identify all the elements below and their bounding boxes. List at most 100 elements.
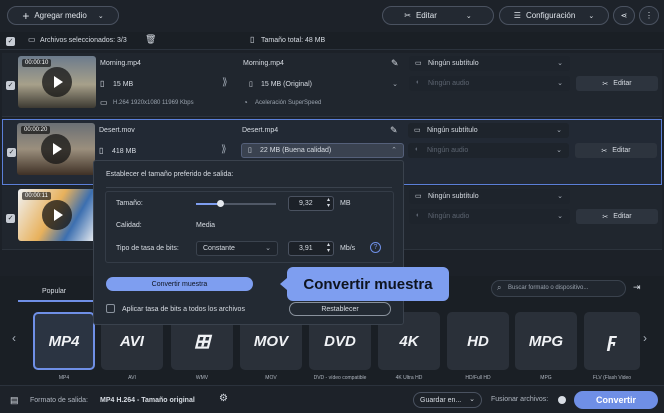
menu-button[interactable]: ⋮ [639, 6, 659, 25]
format-search-input[interactable]: ⌕ Buscar formato o dispositivo... [491, 280, 626, 297]
add-media-button[interactable]: + Agregar medio ⌄ [7, 6, 119, 25]
selected-files-label: Archivos seleccionados: 3/3 [40, 37, 127, 44]
format-label: DVD - vídeo compatible [313, 375, 367, 381]
chevron-down-icon: ⌄ [556, 127, 562, 134]
convert-arrows-icon: ⟫ [221, 144, 227, 155]
divider [106, 187, 392, 188]
bitrate-type-dropdown[interactable]: Constante ⌄ [196, 241, 278, 256]
play-icon[interactable] [41, 134, 71, 164]
flash-icon: ϝ [607, 329, 617, 352]
select-all-checkbox[interactable]: ✓ [6, 37, 15, 46]
format-label: MPG [540, 375, 552, 381]
help-icon[interactable]: ? [370, 242, 381, 253]
audio-icon: ◖ [415, 79, 420, 86]
pencil-icon[interactable]: ✎ [390, 125, 398, 136]
chevron-up-icon: ⌃ [391, 147, 397, 154]
format-label: WMV [195, 375, 209, 381]
edit-file-button[interactable]: ✂ Editar [576, 76, 658, 91]
size-slider[interactable] [196, 200, 276, 207]
output-size-dropdown[interactable]: ▯ 15 MB (Original) ⌄ [242, 77, 405, 92]
convert-button[interactable]: Convertir [574, 391, 658, 409]
apply-all-label: Aplicar tasa de bits a todos los archivo… [122, 306, 245, 313]
format-mp4-tile[interactable]: MP4 [33, 312, 95, 370]
stepper-icon[interactable]: ▴ ▾ [327, 197, 330, 209]
file-row[interactable]: ✓ 00:00:10 Morning.mp4 ▯ 15 MB ▭ H.264 1… [2, 53, 662, 117]
video-thumbnail[interactable]: 00:00:20 [17, 123, 95, 175]
source-file-name: Morning.mp4 [100, 60, 141, 67]
merge-toggle[interactable] [558, 396, 566, 404]
source-file-name: Desert.mov [99, 127, 135, 134]
export-icon[interactable]: ⇥ [633, 282, 641, 293]
share-button[interactable]: ⋖ [613, 6, 635, 25]
output-size-dropdown[interactable]: ▯ 22 MB (Buena calidad) ⌃ [241, 143, 404, 158]
chevron-down-icon: ⌄ [97, 12, 104, 20]
film-icon: ▤ [10, 395, 19, 405]
save-to-button[interactable]: Guardar en... ⌄ [413, 392, 482, 408]
size-slider-knob[interactable] [217, 200, 224, 207]
quality-value: Media [196, 222, 216, 229]
trash-icon[interactable]: 🗑 [145, 34, 156, 45]
subtitle-dropdown[interactable]: ▭ Ningún subtítulo ⌄ [409, 189, 570, 204]
file-checkbox[interactable]: ✓ [7, 148, 16, 157]
edit-file-button[interactable]: ✂ Editar [576, 209, 658, 224]
gear-icon[interactable]: ⚙ [219, 393, 228, 404]
subtitle-dropdown[interactable]: ▭ Ningún subtítulo ⌄ [408, 123, 569, 138]
chevron-left-icon[interactable]: ‹ [12, 331, 16, 345]
subtitle-icon: ▭ [415, 193, 422, 200]
tools-icon: ✂ [602, 213, 609, 221]
video-thumbnail[interactable]: 00:00:11 [18, 189, 96, 241]
chevron-right-icon[interactable]: › [643, 331, 647, 345]
file-checkbox[interactable]: ✓ [6, 81, 15, 90]
apply-all-checkbox[interactable] [106, 304, 115, 313]
reset-button[interactable]: Restablecer [289, 302, 391, 316]
file-icon: ▯ [100, 79, 105, 88]
play-icon[interactable] [42, 67, 72, 97]
hd-icon: HD [467, 332, 489, 350]
bitrate-unit: Mb/s [340, 245, 356, 252]
play-icon[interactable] [42, 200, 72, 230]
output-file-name: Desert.mp4 [242, 127, 279, 134]
file-checkbox[interactable]: ✓ [6, 214, 15, 223]
source-file-size: 15 MB [113, 81, 134, 88]
popup-heading: Establecer el tamaño preferido de salida… [106, 171, 234, 178]
chevron-down-icon: ⌄ [556, 147, 562, 154]
sliders-icon: ☰ [513, 11, 521, 20]
audio-icon: ◖ [414, 146, 419, 153]
size-input[interactable]: 9,32 ▴ ▾ [288, 196, 334, 211]
subtitle-icon: ▭ [415, 60, 422, 67]
chevron-down-icon: ⌄ [557, 60, 563, 67]
edit-button[interactable]: ✂ Editar ⌄ [382, 6, 494, 25]
format-hd-tile[interactable]: HD [447, 312, 509, 370]
more-icon: ⋮ [645, 11, 653, 20]
quality-label: Calidad: [116, 222, 142, 229]
file-icon: ▯ [249, 81, 253, 88]
size-label: Tamaño: [116, 200, 143, 207]
chevron-down-icon: ⌄ [557, 80, 563, 87]
selection-status-bar: ✓ ▭ Archivos seleccionados: 3/3 🗑 ▯ Tama… [0, 32, 664, 50]
stepper-icon[interactable]: ▴ ▾ [327, 242, 330, 254]
format-mpg-tile[interactable]: MPG [515, 312, 577, 370]
audio-dropdown[interactable]: ◖ Ningún audio ⌄ [408, 143, 569, 158]
video-thumbnail[interactable]: 00:00:10 [18, 56, 96, 108]
film-icon: ▭ [100, 98, 108, 107]
tools-icon: ✂ [602, 80, 609, 88]
tab-popular[interactable]: Popular [18, 280, 93, 302]
dvd-icon: DVD [324, 332, 356, 350]
edit-file-button[interactable]: ✂ Editar [575, 143, 657, 158]
mpg-icon: MPG [528, 332, 564, 350]
subtitle-dropdown[interactable]: ▭ Ningún subtítulo ⌄ [409, 56, 570, 71]
audio-dropdown[interactable]: ◖ Ningún audio ⌄ [409, 76, 570, 91]
search-icon: ⌕ [497, 283, 502, 292]
format-flv-tile[interactable]: ϝ [584, 312, 640, 370]
audio-dropdown[interactable]: ◖ Ningún audio ⌄ [409, 209, 570, 224]
speed-icon: ◔ [243, 98, 248, 107]
total-size-label: Tamaño total: 48 MB [261, 37, 326, 44]
bitrate-input[interactable]: 3,91 ▴ ▾ [288, 241, 334, 256]
settings-button[interactable]: ☰ Configuración ⌄ [499, 6, 609, 25]
format-label: MOV [265, 375, 277, 381]
file-icon: ▯ [250, 35, 255, 44]
pencil-icon[interactable]: ✎ [391, 58, 399, 69]
tools-icon: ✂ [601, 147, 608, 155]
source-file-size: 418 MB [112, 148, 137, 155]
convert-sample-button[interactable]: Convertir muestra [106, 277, 253, 291]
